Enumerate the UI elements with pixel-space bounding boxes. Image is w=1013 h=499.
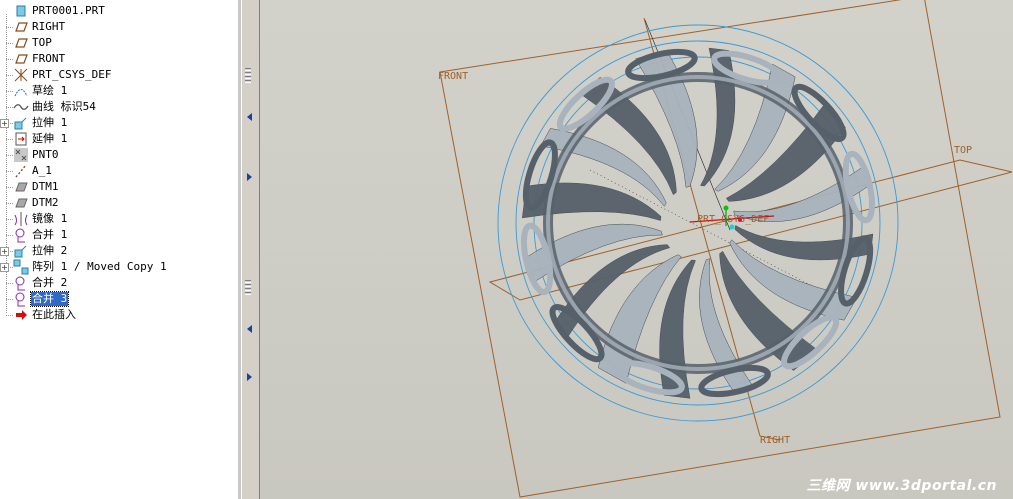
- tree-item-label: A_1: [32, 164, 52, 177]
- tree-item[interactable]: + 阵列 1 / Moved Copy 1: [0, 259, 238, 275]
- tree-item[interactable]: 合并 3: [0, 291, 238, 307]
- datum-point-icon: [13, 147, 29, 163]
- datum-plane-icon: [13, 51, 29, 67]
- tree-item[interactable]: DTM1: [0, 179, 238, 195]
- tree-item[interactable]: 草绘 1: [0, 83, 238, 99]
- tree-item[interactable]: + 拉伸 1: [0, 115, 238, 131]
- expand-right-arrow-icon[interactable]: [247, 173, 252, 181]
- tree-item-label: RIGHT: [32, 20, 66, 33]
- tree-item[interactable]: PRT_CSYS_DEF: [0, 67, 238, 83]
- tree-item[interactable]: TOP: [0, 35, 238, 51]
- tree-item-label: TOP: [32, 36, 52, 49]
- sketch-icon: [13, 83, 29, 99]
- mirror-icon: [13, 211, 29, 227]
- coordinate-system-icon: [13, 67, 29, 83]
- datum-plane-gray-icon: [13, 179, 29, 195]
- collapse-left-arrow-icon[interactable]: [247, 113, 252, 121]
- expand-plus-icon[interactable]: +: [0, 119, 9, 128]
- grip-icon: [245, 72, 251, 75]
- datum-plane-top: [488, 159, 1013, 301]
- datum-label-right[interactable]: RIGHT: [760, 435, 790, 446]
- graphics-viewport[interactable]: FRONT TOP RIGHT PRT_CSYS_DEF 三维网 www.3dp…: [260, 0, 1013, 499]
- tree-item[interactable]: 曲线 标识54: [0, 99, 238, 115]
- grip-icon: [245, 288, 251, 291]
- csys-y-marker: [723, 205, 729, 211]
- csys-z-marker: [729, 224, 735, 230]
- grip-icon: [245, 284, 251, 287]
- tree-item[interactable]: 合并 1: [0, 227, 238, 243]
- tree-item[interactable]: 合并 2: [0, 275, 238, 291]
- csys-label[interactable]: PRT_CSYS_DEF: [697, 214, 769, 225]
- tree-item-label: PRT_CSYS_DEF: [32, 68, 112, 81]
- grip-icon: [245, 280, 251, 283]
- grip-icon: [245, 292, 251, 295]
- tree-item[interactable]: 延伸 1: [0, 131, 238, 147]
- tree-item-label: 拉伸 1: [32, 116, 68, 129]
- tree-item[interactable]: DTM2: [0, 195, 238, 211]
- merge-icon: [13, 291, 29, 307]
- datum-label-front[interactable]: FRONT: [438, 71, 468, 82]
- expand-plus-icon[interactable]: +: [0, 247, 9, 256]
- grip-icon: [245, 80, 251, 83]
- part-icon: [13, 3, 29, 19]
- watermark-text: 三维网 www.3dportal.cn: [806, 478, 997, 494]
- tree-item-label: 阵列 1 / Moved Copy 1: [32, 260, 167, 273]
- merge-icon: [13, 275, 29, 291]
- tree-item[interactable]: RIGHT: [0, 19, 238, 35]
- tree-item[interactable]: FRONT: [0, 51, 238, 67]
- expand-plus-icon[interactable]: +: [0, 263, 9, 272]
- tree-item[interactable]: 在此插入: [0, 307, 238, 323]
- tree-item-label: 拉伸 2: [32, 244, 68, 257]
- tree-item-label: DTM2: [32, 196, 59, 209]
- extrude-icon: [13, 115, 29, 131]
- tree-item-label: 在此插入: [32, 308, 76, 321]
- datum-label-top[interactable]: TOP: [954, 145, 972, 156]
- datum-axis-icon: [13, 163, 29, 179]
- tree-item-label: 合并 3: [29, 291, 70, 307]
- pattern-icon: [13, 259, 29, 275]
- datum-plane-icon: [13, 35, 29, 51]
- tree-item-label: 合并 1: [32, 228, 68, 241]
- datum-plane-icon: [13, 19, 29, 35]
- grip-icon: [245, 76, 251, 79]
- model-tree: PRT0001.PRT RIGHT TOP FRONT PRT_CSYS_DEF 草绘 1…: [0, 0, 239, 499]
- tree-item-label: 镜像 1: [32, 212, 68, 225]
- tree-item[interactable]: A_1: [0, 163, 238, 179]
- tree-item-label: PRT0001.PRT: [32, 4, 105, 17]
- tree-item-label: 曲线 标识54: [32, 100, 96, 113]
- panel-splitter[interactable]: [241, 0, 260, 499]
- tree-item[interactable]: PNT0: [0, 147, 238, 163]
- tree-item-label: 合并 2: [32, 276, 68, 289]
- model-3d-view[interactable]: FRONT TOP RIGHT PRT_CSYS_DEF: [260, 0, 1013, 499]
- extend-icon: [13, 131, 29, 147]
- tree-item-label: 草绘 1: [32, 84, 68, 97]
- expand-right-arrow-icon[interactable]: [247, 373, 252, 381]
- merge-icon: [13, 227, 29, 243]
- insert-here-arrow-icon: [13, 307, 29, 323]
- tree-item-label: PNT0: [32, 148, 59, 161]
- tree-item-label: 延伸 1: [32, 132, 68, 145]
- tree-item[interactable]: 镜像 1: [0, 211, 238, 227]
- tree-item[interactable]: PRT0001.PRT: [0, 3, 238, 19]
- collapse-left-arrow-icon[interactable]: [247, 325, 252, 333]
- extrude-icon: [13, 243, 29, 259]
- curve-icon: [13, 99, 29, 115]
- tree-item-label: DTM1: [32, 180, 59, 193]
- tree-item-label: FRONT: [32, 52, 66, 65]
- tree-item[interactable]: + 拉伸 2: [0, 243, 238, 259]
- datum-plane-gray-icon: [13, 195, 29, 211]
- grip-icon: [245, 68, 251, 71]
